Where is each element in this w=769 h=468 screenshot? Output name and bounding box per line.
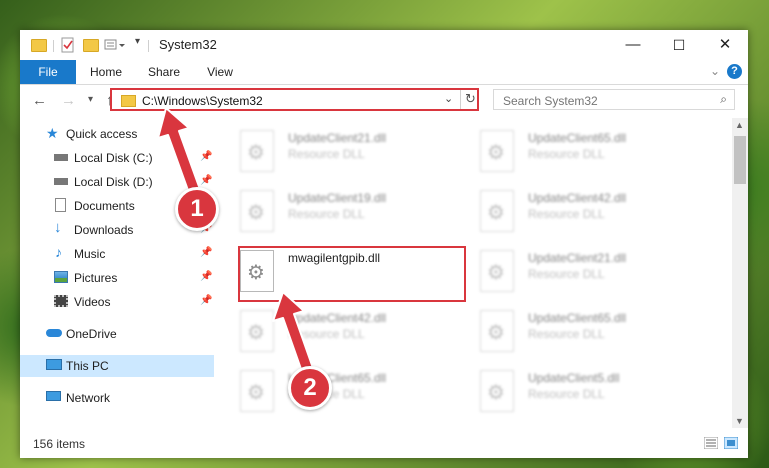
step-1-callout: 1 [175,187,219,231]
arrow-2 [272,291,314,373]
annotation-arrows [157,107,314,373]
arrow-1 [157,107,202,197]
step-2-callout: 2 [288,366,332,410]
